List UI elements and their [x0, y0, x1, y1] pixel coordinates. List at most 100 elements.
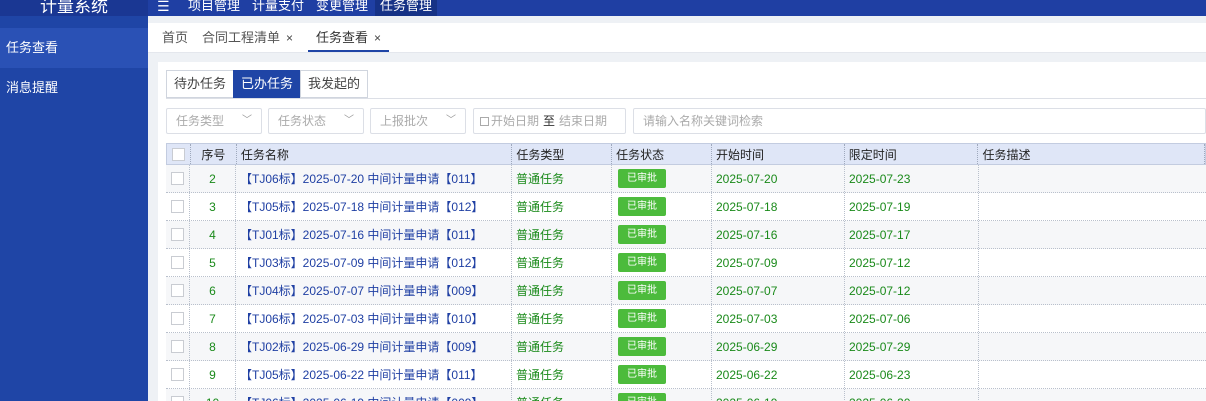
row-index: 3	[190, 193, 236, 220]
table-row[interactable]: 10 【TJ06标】2025-06-19 中间计量申请【009】 普通任务 已审…	[166, 389, 1206, 401]
checkbox[interactable]	[171, 340, 184, 353]
task-description	[979, 389, 1206, 401]
checkbox[interactable]	[171, 284, 184, 297]
deadline: 2025-06-20	[845, 389, 979, 401]
status-badge: 已审批	[618, 169, 666, 188]
task-name-link[interactable]: 【TJ06标】2025-06-19 中间计量申请【009】	[236, 389, 512, 401]
tab-task-view[interactable]: 任务查看 ×	[308, 23, 390, 52]
status-badge: 已审批	[618, 365, 666, 384]
close-icon[interactable]: ×	[374, 31, 381, 45]
task-name-link[interactable]: 【TJ05标】2025-07-18 中间计量申请【012】	[236, 193, 512, 220]
header-name: 任务名称	[237, 144, 513, 164]
table-row[interactable]: 4 【TJ01标】2025-07-16 中间计量申请【011】 普通任务 已审批…	[166, 221, 1206, 249]
deadline: 2025-07-17	[845, 221, 979, 248]
checkbox[interactable]	[171, 368, 184, 381]
task-type: 普通任务	[512, 333, 612, 360]
tab-label: 合同工程清单	[202, 30, 281, 45]
checkbox[interactable]	[171, 228, 184, 241]
deadline: 2025-07-06	[845, 305, 979, 332]
subtab-pending[interactable]: 待办任务	[166, 70, 235, 98]
checkbox[interactable]	[171, 200, 184, 213]
row-select[interactable]	[166, 249, 190, 276]
task-table: 序号 任务名称 任务类型 任务状态 开始时间 限定时间 任务描述 2 【TJ06…	[166, 143, 1206, 401]
task-status: 已审批	[612, 305, 712, 332]
table-row[interactable]: 3 【TJ05标】2025-07-18 中间计量申请【012】 普通任务 已审批…	[166, 193, 1206, 221]
search-input[interactable]: 请输入名称关键词检索	[633, 108, 1206, 134]
header-select-all[interactable]	[167, 144, 191, 164]
task-status: 已审批	[612, 389, 712, 401]
table-row[interactable]: 8 【TJ02标】2025-06-29 中间计量申请【009】 普通任务 已审批…	[166, 333, 1206, 361]
chevron-down-icon: ﹀	[242, 115, 252, 126]
header-index: 序号	[191, 144, 237, 164]
divider	[166, 98, 1206, 99]
close-icon[interactable]: ×	[286, 31, 293, 45]
top-bar: 计量系统 ☰ 项目管理 计量支付 变更管理 任务管理	[0, 0, 1206, 16]
date-range-picker[interactable]: 开始日期至结束日期	[473, 108, 626, 134]
row-select[interactable]	[166, 333, 190, 360]
topnav-item-project[interactable]: 项目管理	[183, 0, 245, 16]
report-batch-select[interactable]: 上报批次 ﹀	[370, 108, 466, 134]
task-name-link[interactable]: 【TJ06标】2025-07-20 中间计量申请【011】	[236, 165, 512, 192]
tab-home[interactable]: 首页	[162, 23, 188, 53]
task-type: 普通任务	[512, 277, 612, 304]
range-separator: 至	[543, 114, 556, 128]
header-status: 任务状态	[612, 144, 712, 164]
task-status: 已审批	[612, 193, 712, 220]
task-name-link[interactable]: 【TJ04标】2025-07-07 中间计量申请【009】	[236, 277, 512, 304]
tab-contract-list[interactable]: 合同工程清单 ×	[202, 23, 293, 53]
task-name-link[interactable]: 【TJ01标】2025-07-16 中间计量申请【011】	[236, 221, 512, 248]
row-select[interactable]	[166, 389, 190, 401]
task-status: 已审批	[612, 361, 712, 388]
table-row[interactable]: 7 【TJ06标】2025-07-03 中间计量申请【010】 普通任务 已审批…	[166, 305, 1206, 333]
row-select[interactable]	[166, 165, 190, 192]
topnav-item-payment[interactable]: 计量支付	[247, 0, 309, 16]
page-tabs: 首页 合同工程清单 × 任务查看 ×	[148, 23, 1206, 53]
task-description	[979, 165, 1206, 192]
start-time: 2025-06-29	[712, 333, 845, 360]
deadline: 2025-07-19	[845, 193, 979, 220]
table-row[interactable]: 2 【TJ06标】2025-07-20 中间计量申请【011】 普通任务 已审批…	[166, 165, 1206, 193]
task-type-select[interactable]: 任务类型 ﹀	[166, 108, 262, 134]
sidebar-item-messages[interactable]: 消息提醒	[0, 68, 148, 108]
sidebar-item-task-view[interactable]: 任务查看	[0, 28, 148, 68]
row-select[interactable]	[166, 361, 190, 388]
status-badge: 已审批	[618, 197, 666, 216]
chevron-down-icon: ﹀	[446, 115, 456, 126]
header-deadline: 限定时间	[845, 144, 979, 164]
header-desc: 任务描述	[978, 144, 1206, 164]
search-placeholder: 请输入名称关键词检索	[643, 114, 764, 128]
checkbox[interactable]	[171, 147, 185, 161]
row-select[interactable]	[166, 221, 190, 248]
status-badge: 已审批	[618, 281, 666, 300]
task-name-link[interactable]: 【TJ03标】2025-07-09 中间计量申请【012】	[236, 249, 512, 276]
task-description	[979, 193, 1206, 220]
menu-toggle-icon[interactable]: ☰	[157, 0, 170, 14]
row-select[interactable]	[166, 193, 190, 220]
task-description	[979, 333, 1206, 360]
topnav-item-task[interactable]: 任务管理	[375, 0, 438, 16]
topnav-item-change[interactable]: 变更管理	[311, 0, 373, 16]
deadline: 2025-07-12	[845, 249, 979, 276]
task-name-link[interactable]: 【TJ02标】2025-06-29 中间计量申请【009】	[236, 333, 512, 360]
table-row[interactable]: 5 【TJ03标】2025-07-09 中间计量申请【012】 普通任务 已审批…	[166, 249, 1206, 277]
checkbox[interactable]	[171, 312, 184, 325]
table-row[interactable]: 9 【TJ05标】2025-06-22 中间计量申请【011】 普通任务 已审批…	[166, 361, 1206, 389]
row-select[interactable]	[166, 277, 190, 304]
checkbox[interactable]	[171, 396, 184, 401]
row-select[interactable]	[166, 305, 190, 332]
row-index: 7	[190, 305, 236, 332]
task-status: 已审批	[612, 221, 712, 248]
task-status-select[interactable]: 任务状态 ﹀	[268, 108, 364, 134]
task-status: 已审批	[612, 249, 712, 276]
header-type: 任务类型	[512, 144, 613, 164]
deadline: 2025-07-12	[845, 277, 979, 304]
task-name-link[interactable]: 【TJ06标】2025-07-03 中间计量申请【010】	[236, 305, 512, 332]
start-time: 2025-07-20	[712, 165, 845, 192]
table-row[interactable]: 6 【TJ04标】2025-07-07 中间计量申请【009】 普通任务 已审批…	[166, 277, 1206, 305]
checkbox[interactable]	[171, 256, 184, 269]
subtab-done[interactable]: 已办任务	[233, 70, 302, 98]
task-name-link[interactable]: 【TJ05标】2025-06-22 中间计量申请【011】	[236, 361, 512, 388]
status-badge: 已审批	[618, 309, 666, 328]
subtab-initiated[interactable]: 我发起的	[300, 70, 369, 98]
checkbox[interactable]	[171, 172, 184, 185]
